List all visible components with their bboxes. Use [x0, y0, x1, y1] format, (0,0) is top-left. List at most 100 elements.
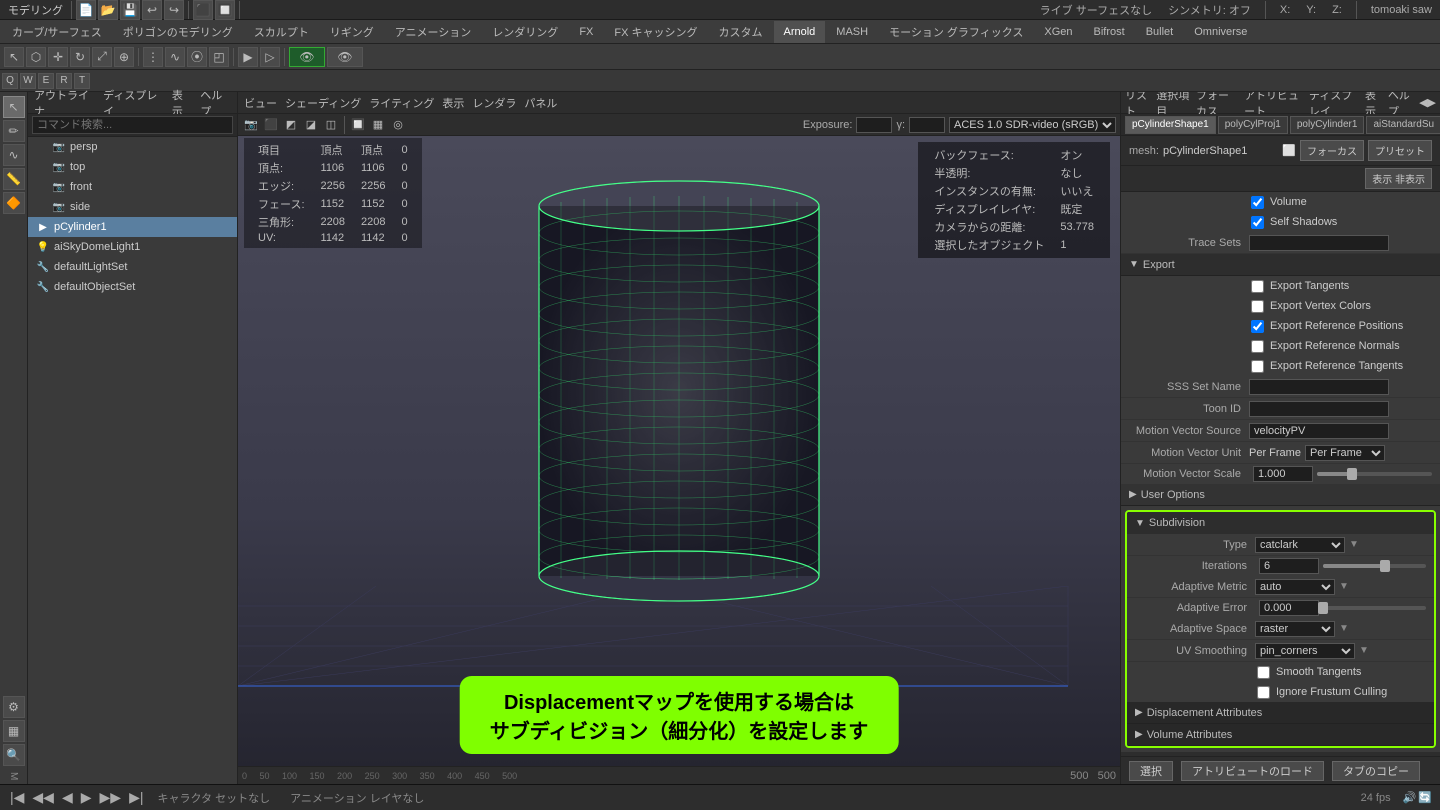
smooth-tangents-checkbox[interactable]: [1257, 666, 1270, 679]
color-profile-select[interactable]: ACES 1.0 SDR-video (sRGB): [949, 117, 1116, 133]
sound-icon[interactable]: 🔊: [1403, 791, 1417, 804]
outliner-item-front[interactable]: 📷 front: [28, 177, 237, 197]
focus-button[interactable]: フォーカス: [1300, 140, 1364, 161]
tab-rendering[interactable]: レンダリング: [482, 21, 568, 43]
vp-icon-2[interactable]: ⬛: [262, 116, 280, 134]
tab-animation[interactable]: アニメーション: [385, 21, 482, 43]
subdiv-adaptive-error-track[interactable]: [1323, 606, 1426, 610]
tab-motion-graphics[interactable]: モーション グラフィックス: [879, 21, 1033, 43]
tab-mash[interactable]: MASH: [826, 21, 878, 43]
move-icon[interactable]: ✛: [48, 47, 68, 67]
snap-point-icon[interactable]: ⦿: [187, 47, 207, 67]
select-btn[interactable]: 選択: [1129, 761, 1173, 781]
subdiv-adaptive-error-thumb[interactable]: [1318, 602, 1328, 614]
gamma-input[interactable]: 1.00: [909, 117, 945, 133]
subdiv-iterations-input[interactable]: 6: [1259, 558, 1319, 574]
outliner-search-input[interactable]: [32, 116, 233, 134]
timeline-play-btn[interactable]: ▶: [79, 789, 94, 806]
tab-bullet[interactable]: Bullet: [1136, 21, 1184, 43]
export-section-header[interactable]: ▼ Export: [1121, 254, 1440, 276]
motion-vec-source-input[interactable]: [1249, 423, 1389, 439]
snap-curve-icon[interactable]: ∿: [165, 47, 185, 67]
vp-icon-6[interactable]: 🔲: [349, 116, 367, 134]
subdiv-adaptive-space-select[interactable]: raster: [1255, 621, 1335, 637]
vp-icon-8[interactable]: ◎: [389, 116, 407, 134]
vp-menu-shading[interactable]: シェーディング: [285, 95, 361, 111]
volume-checkbox[interactable]: [1251, 196, 1264, 209]
subdiv-adaptive-metric-select[interactable]: auto: [1255, 579, 1335, 595]
motion-vec-unit-select[interactable]: Per Frame: [1305, 445, 1385, 461]
export-ref-positions-checkbox[interactable]: [1251, 320, 1264, 333]
attr-tab-cylinder[interactable]: polyCylinder1: [1290, 116, 1365, 134]
vp-menu-panel[interactable]: パネル: [524, 95, 557, 111]
load-attrs-btn[interactable]: アトリビュートのロード: [1181, 761, 1324, 781]
export-ref-normals-checkbox[interactable]: [1251, 340, 1264, 353]
outliner-item-side[interactable]: 📷 side: [28, 197, 237, 217]
outliner-item-top[interactable]: 📷 top: [28, 157, 237, 177]
exposure-input[interactable]: 0.00: [856, 117, 892, 133]
user-options-header[interactable]: ▶ User Options: [1121, 484, 1440, 506]
toon-id-input[interactable]: [1249, 401, 1389, 417]
outliner-item-objectset[interactable]: 🔧 defaultObjectSet: [28, 277, 237, 297]
tab-rigging[interactable]: リギング: [320, 21, 384, 43]
subdiv-iterations-thumb[interactable]: [1380, 560, 1390, 572]
self-shadows-checkbox[interactable]: [1251, 216, 1264, 229]
vp-icon-7[interactable]: ▦: [369, 116, 387, 134]
preset-button[interactable]: プリセット: [1368, 140, 1432, 161]
displacement-attrs-header[interactable]: ▶ Displacement Attributes: [1127, 702, 1434, 724]
tab-fx-cache[interactable]: FX キャッシング: [604, 21, 707, 43]
undo-icon[interactable]: ↩: [142, 0, 162, 20]
vp-menu-lighting[interactable]: ライティング: [369, 95, 434, 111]
select-mode-btn[interactable]: ↖: [3, 96, 25, 118]
tab-fx[interactable]: FX: [569, 21, 603, 43]
show2-icon[interactable]: 👁: [327, 47, 363, 67]
outliner-item-persp[interactable]: 📷 persp: [28, 137, 237, 157]
tab-curves[interactable]: カーブ/サーフェス: [2, 21, 112, 43]
subdivision-header[interactable]: ▼ Subdivision: [1127, 512, 1434, 534]
show-hide-icon[interactable]: 👁: [289, 47, 325, 67]
vp-menu-show[interactable]: 表示: [442, 95, 464, 111]
motion-vec-scale-thumb[interactable]: [1347, 468, 1357, 480]
display-btn[interactable]: ⚙: [3, 696, 25, 718]
outliner-item-pcylinder1[interactable]: ▶ pCylinder1: [28, 217, 237, 237]
select-icon[interactable]: ⬛: [193, 0, 213, 20]
viewport[interactable]: ビュー シェーディング ライティング 表示 レンダラ パネル 📷 ⬛ ◩ ◪ ◫…: [238, 92, 1120, 784]
vp-menu-render[interactable]: レンダラ: [472, 95, 516, 111]
tab-sculpt[interactable]: スカルプト: [244, 21, 319, 43]
m-label[interactable]: M: [8, 772, 19, 780]
timeline-end-btn[interactable]: ▶|: [127, 789, 145, 806]
vp-icon-4[interactable]: ◪: [302, 116, 320, 134]
sss-set-name-input[interactable]: [1249, 379, 1389, 395]
snap-icon[interactable]: 🔲: [215, 0, 235, 20]
volume-attrs-header[interactable]: ▶ Volume Attributes: [1127, 724, 1434, 746]
save-icon[interactable]: 💾: [120, 0, 140, 20]
lasso-icon[interactable]: ⬡: [26, 47, 46, 67]
subdiv-adaptive-error-input[interactable]: 0.000: [1259, 600, 1319, 616]
render-icon[interactable]: ▶: [238, 47, 258, 67]
tab-arnold[interactable]: Arnold: [774, 21, 826, 43]
zoom-icon[interactable]: 🔍: [3, 744, 25, 766]
new-file-icon[interactable]: 📄: [76, 0, 96, 20]
paint-btn[interactable]: ✏: [3, 120, 25, 142]
motion-vec-scale-input[interactable]: 1.000: [1253, 466, 1313, 482]
timeline-fwd-btn[interactable]: ▶▶: [98, 789, 124, 806]
timeline-back-btn[interactable]: ◀: [60, 789, 75, 806]
timeline-prev-btn[interactable]: ◀◀: [30, 789, 56, 806]
subdiv-iterations-track[interactable]: [1323, 564, 1426, 568]
render2-icon[interactable]: ▷: [260, 47, 280, 67]
snap-grid-icon[interactable]: ⋮: [143, 47, 163, 67]
outliner-item-sky[interactable]: 💡 aiSkyDomeLight1: [28, 237, 237, 257]
attr-tab-standard[interactable]: aiStandardSu: [1366, 116, 1440, 134]
tool-q[interactable]: Q: [2, 73, 18, 89]
tab-xgen[interactable]: XGen: [1034, 21, 1082, 43]
sculpt-btn[interactable]: 🔶: [3, 192, 25, 214]
vp-icon-3[interactable]: ◩: [282, 116, 300, 134]
scale-icon[interactable]: ⤢: [92, 47, 112, 67]
measure-btn[interactable]: 📏: [3, 168, 25, 190]
copy-tab-btn[interactable]: タブのコピー: [1332, 761, 1420, 781]
transform-icon[interactable]: ⊕: [114, 47, 134, 67]
expand-icon[interactable]: ⬜: [1282, 144, 1296, 157]
tab-poly[interactable]: ポリゴンのモデリング: [113, 21, 243, 43]
attr-expand-btn[interactable]: ◀▶: [1419, 96, 1436, 109]
export-ref-tangents-checkbox[interactable]: [1251, 360, 1264, 373]
